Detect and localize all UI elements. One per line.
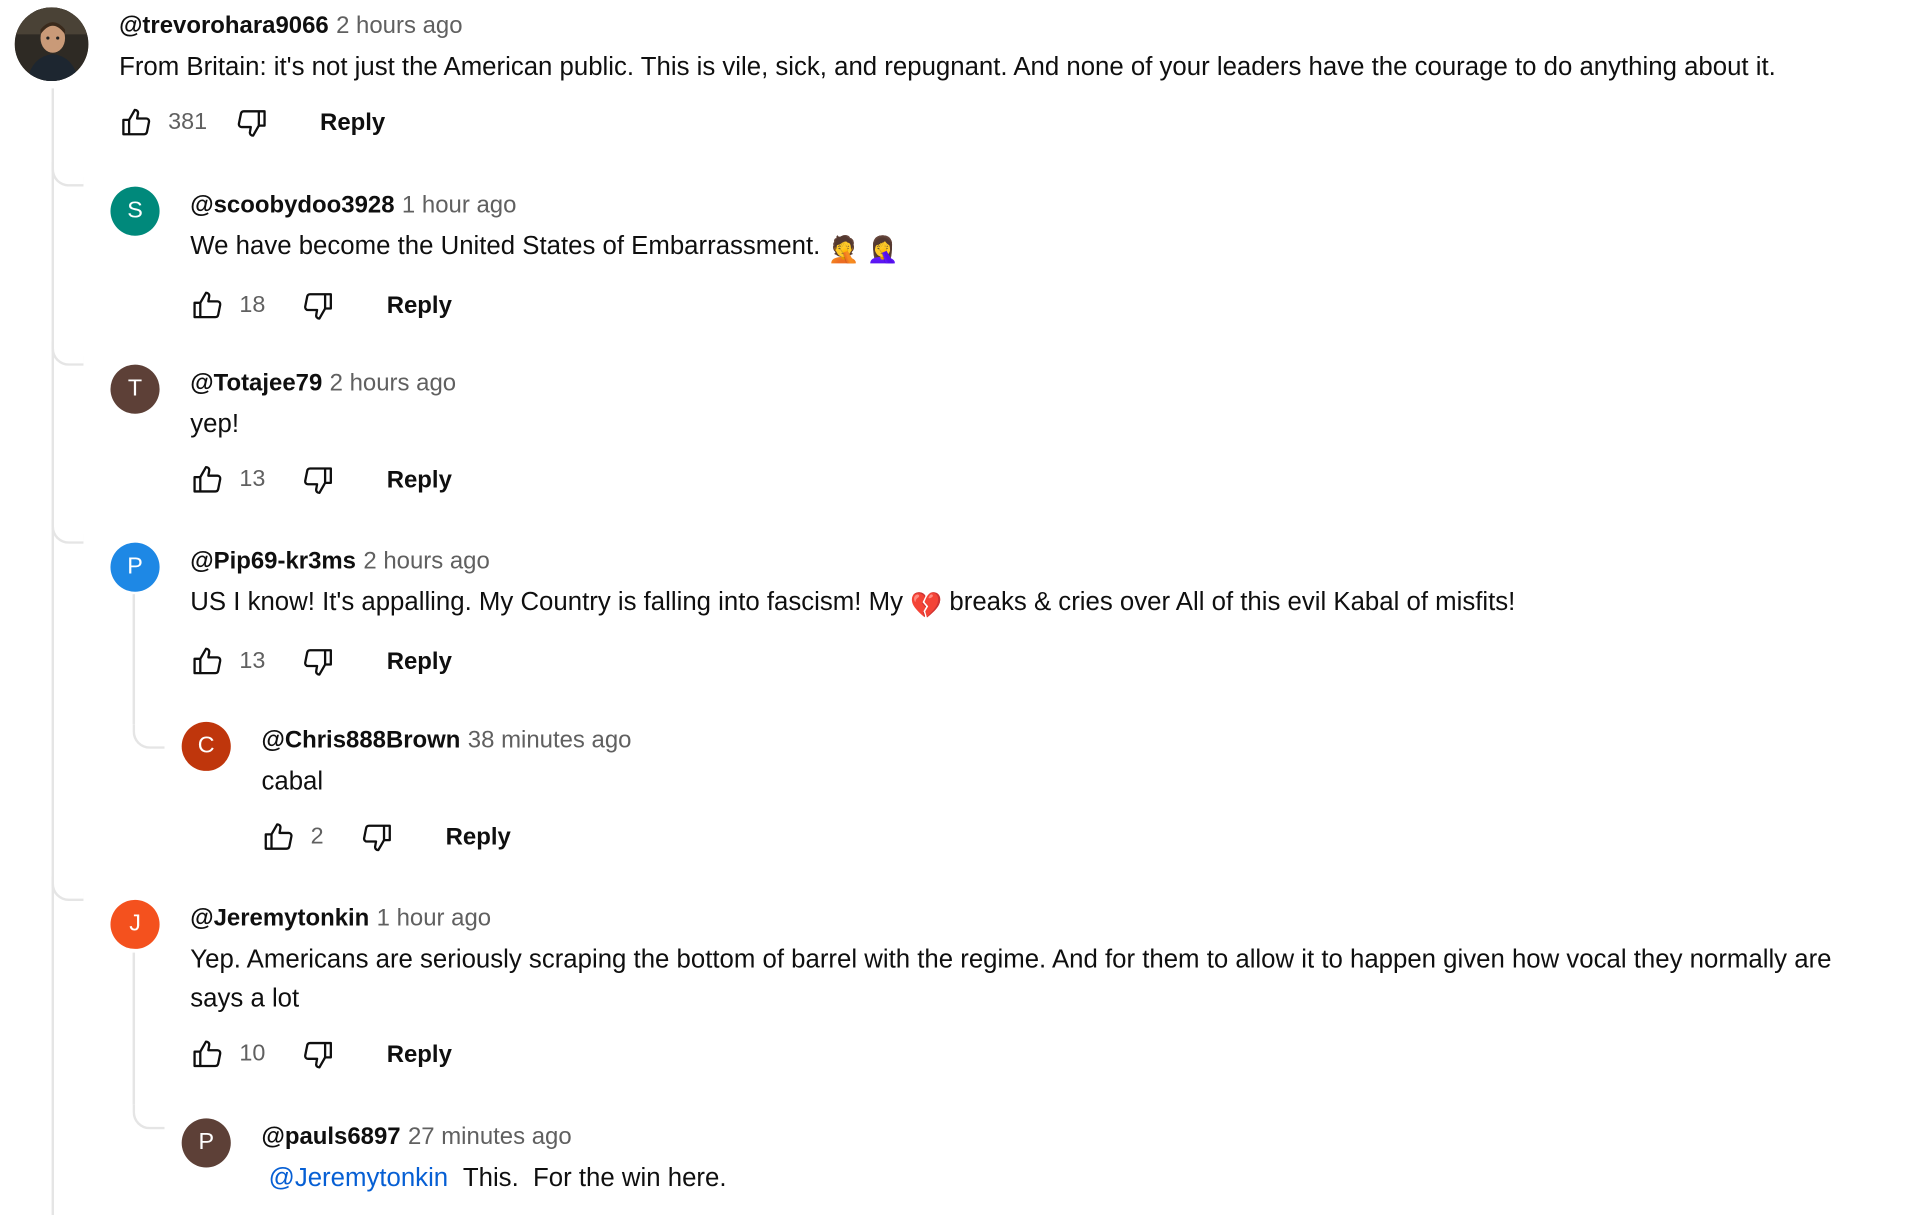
comment-text-line: We have become the United States of Emba…	[190, 227, 1786, 270]
timestamp[interactable]: 2 hours ago	[336, 12, 462, 39]
thumbs-down-icon[interactable]	[301, 644, 335, 678]
timestamp[interactable]: 2 hours ago	[330, 370, 456, 397]
avatar[interactable]: P	[181, 1118, 231, 1168]
comment-header: @Chris888Brown 38 minutes ago	[261, 724, 1857, 756]
comment-text: US I know! It's appalling. My Country is…	[190, 588, 903, 617]
comment-text: We have become the United States of Emba…	[190, 232, 821, 261]
comment-text: cabal	[261, 767, 324, 796]
comment-header: @trevorohara9066 2 hours ago	[119, 10, 1920, 42]
thumbs-up-icon[interactable]	[190, 1037, 224, 1071]
like-count: 18	[239, 292, 266, 318]
like-count: 13	[239, 648, 266, 674]
thumbs-down-icon[interactable]	[360, 820, 394, 854]
timestamp[interactable]: 27 minutes ago	[408, 1123, 572, 1150]
thumbs-down-icon[interactable]	[234, 106, 268, 140]
comment-text: breaks & cries over All of this evil Kab…	[949, 588, 1516, 617]
comment-header: @Pip69-kr3ms 2 hours ago	[190, 545, 1909, 577]
comment-body: @trevorohara9066 2 hours ago From Britain…	[119, 10, 1920, 147]
comment-body: @scoobydoo3928 1 hour ago We have become …	[190, 189, 1786, 330]
avatar[interactable]: J	[110, 899, 160, 949]
comment-text: Yep. Americans are seriously scraping th…	[190, 945, 1832, 1013]
thread-line	[132, 952, 136, 1105]
author-handle[interactable]: @trevorohara9066	[119, 12, 329, 39]
comment-text-line: US I know! It's appalling. My Country is…	[190, 583, 1909, 626]
thread-line	[132, 594, 136, 725]
avatar[interactable]: P	[110, 542, 160, 592]
mention-link[interactable]: @Jeremytonkin	[269, 1164, 448, 1192]
comment-body: @Jeremytonkin 1 hour ago Yep. Americans a…	[190, 902, 1835, 1079]
like-count: 10	[239, 1041, 266, 1067]
comment-body: @Pip69-kr3ms 2 hours ago US I know! It's …	[190, 545, 1909, 686]
reply-button[interactable]: Reply	[387, 648, 452, 676]
reply-button[interactable]: Reply	[387, 292, 452, 320]
comment-actions: 381 Reply	[119, 98, 1920, 147]
reply-button[interactable]: Reply	[387, 466, 452, 494]
avatar[interactable]: C	[181, 721, 231, 771]
like-count: 13	[239, 466, 266, 493]
reply-button[interactable]: Reply	[446, 823, 511, 851]
broken-heart-emoji: 💔	[910, 591, 943, 620]
comment-actions: 13 Reply	[190, 637, 1909, 686]
thread-connector	[51, 519, 84, 544]
thumbs-down-icon[interactable]	[301, 1037, 335, 1071]
thread-connector	[51, 341, 84, 366]
comment-header: @scoobydoo3928 1 hour ago	[190, 189, 1786, 221]
thumbs-up-icon[interactable]	[190, 644, 224, 678]
comment-actions: 10 Reply	[190, 1030, 1835, 1079]
author-handle[interactable]: @Pip69-kr3ms	[190, 548, 356, 575]
like-count: 381	[168, 109, 208, 136]
thumbs-up-icon[interactable]	[119, 106, 153, 140]
comment-actions: 13 Reply	[190, 455, 1786, 504]
reply-button[interactable]: Reply	[387, 1040, 452, 1068]
comment-actions: 18 Reply	[190, 281, 1786, 330]
thumbs-up-icon[interactable]	[190, 463, 224, 497]
comment-text: yep!	[190, 410, 240, 439]
timestamp[interactable]: 1 hour ago	[377, 905, 491, 932]
comment-actions: 2 Reply	[261, 813, 1857, 862]
thumbs-up-icon[interactable]	[190, 288, 224, 322]
thumbs-up-icon[interactable]	[261, 820, 295, 854]
comment-body: @Chris888Brown 38 minutes ago cabal 2 Rep…	[261, 724, 1857, 861]
facepalm-emoji: 🤦 🤦‍♀️	[827, 235, 899, 264]
comment-text: From Britain: it's not just the American…	[119, 52, 1776, 82]
thread-connector	[132, 724, 165, 749]
timestamp[interactable]: 2 hours ago	[363, 548, 489, 575]
comment-header: @pauls6897 27 minutes ago	[261, 1121, 1857, 1153]
thread-connector	[51, 162, 84, 187]
comment-body: @Totajee79 2 hours ago yep! 13 Reply	[190, 367, 1786, 504]
comment-body: @pauls6897 27 minutes ago @Jeremytonkin Th…	[261, 1121, 1857, 1198]
thread-connector	[132, 1104, 165, 1130]
author-handle[interactable]: @Chris888Brown	[261, 727, 460, 754]
avatar[interactable]: S	[110, 186, 160, 236]
timestamp[interactable]: 38 minutes ago	[468, 727, 632, 754]
author-handle[interactable]: @scoobydoo3928	[190, 192, 394, 219]
thumbs-down-icon[interactable]	[301, 288, 335, 322]
timestamp[interactable]: 1 hour ago	[402, 192, 516, 219]
author-handle[interactable]: @pauls6897	[261, 1123, 400, 1150]
comment-text-line: @Jeremytonkin This. For the win here.	[261, 1159, 1857, 1198]
comment-text: This. For the win here.	[462, 1163, 727, 1192]
reply-button[interactable]: Reply	[320, 109, 385, 137]
author-handle[interactable]: @Totajee79	[190, 370, 322, 397]
avatar[interactable]: T	[110, 364, 160, 414]
thumbs-down-icon[interactable]	[301, 463, 335, 497]
author-handle[interactable]: @Jeremytonkin	[190, 905, 369, 932]
thread-connector	[51, 876, 84, 902]
comment-header: @Jeremytonkin 1 hour ago	[190, 902, 1835, 934]
comments-section: @trevorohara9066 2 hours ago From Britain…	[0, 0, 1919, 1215]
avatar[interactable]	[14, 7, 89, 82]
comment-header: @Totajee79 2 hours ago	[190, 367, 1786, 399]
thread-line	[51, 88, 55, 1215]
like-count: 2	[310, 823, 324, 850]
